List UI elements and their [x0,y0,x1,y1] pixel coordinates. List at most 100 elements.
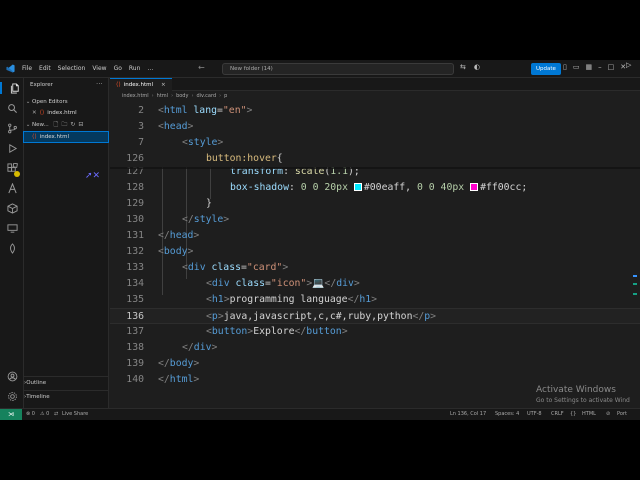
problems-warnings[interactable]: ⚠ 0 [40,409,49,420]
nav-back-icon[interactable]: ← [198,63,205,72]
sidebar-more-icon[interactable]: ··· [96,80,103,88]
menu-file[interactable]: File [22,65,32,72]
close-editor-icon[interactable]: ✕ [32,110,37,116]
collapse-all-icon[interactable]: ⊟ [78,121,83,128]
go-live-port[interactable]: Port [617,409,627,420]
line-number[interactable]: 132 [110,244,144,260]
line-number[interactable]: 3 [110,119,144,135]
breadcrumb-p[interactable]: p [224,93,227,99]
code-line[interactable]: 134 <div class="icon">💻</div> [110,276,640,292]
customize-layout-icon[interactable]: ▦ [585,63,592,71]
chevron-down-icon: ⌄ [25,122,31,128]
line-number[interactable]: 135 [110,292,144,308]
code-line-current[interactable]: 136 <p>java,javascript,c,c#,ruby,python</… [110,307,640,325]
line-number[interactable]: 137 [110,324,144,340]
search-icon[interactable] [6,102,18,114]
code-line[interactable]: 129} [110,196,640,212]
language-mode[interactable]: HTML [582,409,596,420]
color-swatch-icon[interactable] [353,182,362,191]
sticky-scroll-line[interactable]: 126 button:hover{ [110,151,640,167]
update-button[interactable]: Update [531,63,561,75]
new-file-icon[interactable]: 🗋 [54,121,59,128]
breadcrumb-body[interactable]: body [176,93,188,99]
run-debug-icon[interactable] [6,142,18,154]
code-editor[interactable]: 127 transform: scale(1.1); 128 box-shadow: … [110,103,640,399]
tab-index-html[interactable]: ⟨⟩ index.html × [110,78,172,91]
menu-edit[interactable]: Edit [39,65,51,72]
line-number[interactable]: 131 [110,228,144,244]
indentation[interactable]: Spaces: 4 [495,409,519,420]
menu-more[interactable]: … [147,65,153,72]
folder-header[interactable]: ⌄ New... 🗋 🗀 ↻ ⊟ [24,120,108,130]
breadcrumb-div-card[interactable]: div.card [196,93,216,99]
timeline-panel-header[interactable]: ›Timeline [24,390,108,402]
sticky-scroll-line[interactable]: 7 <style> [110,135,640,151]
tab-close-icon[interactable]: × [161,79,166,91]
source-control-icon[interactable] [6,122,18,134]
menu-view[interactable]: View [92,65,106,72]
line-number[interactable]: 129 [110,196,144,212]
copilot-icon[interactable]: ⇆ [460,63,466,71]
menu-run[interactable]: Run [129,65,141,72]
line-number[interactable]: 139 [110,356,144,372]
code-line[interactable]: 137 <button>Explore</button> [110,324,640,340]
code-text: <h1>programming language</h1> [206,292,377,308]
live-share-label[interactable]: Live Share [62,409,88,420]
encoding[interactable]: UTF-8 [527,409,542,420]
code-line[interactable]: 138 </div> [110,340,640,356]
sticky-scroll-line[interactable]: 3 <head> [110,119,640,135]
line-number[interactable]: 134 [110,276,144,292]
line-number[interactable]: 7 [110,135,144,151]
account-status-icon[interactable]: ◐ [474,63,480,71]
remote-indicator-icon[interactable]: ⋊ [0,409,22,420]
line-number[interactable]: 133 [110,260,144,276]
breadcrumb-file[interactable]: index.html [122,93,149,99]
line-number[interactable]: 138 [110,340,144,356]
code-line[interactable]: 132 <body> [110,244,640,260]
code-line[interactable]: 139 </body> [110,356,640,372]
code-token: </ [412,310,425,322]
database-icon[interactable] [6,202,18,214]
code-token: div [193,341,212,353]
code-line[interactable]: 130 </style> [110,212,640,228]
sticky-scroll-line[interactable]: 2 <html lang="en"> [110,103,640,119]
line-number[interactable]: 130 [110,212,144,228]
file-tree-item[interactable]: ⟨⟩ index.html [23,131,109,143]
code-line[interactable]: 133 <div class="card"> [110,260,640,276]
toggle-panel-icon[interactable]: ▭ [573,63,580,71]
overview-ruler [630,275,638,305]
maximize-icon[interactable]: □ [608,63,615,71]
command-center-search[interactable]: New folder (14) [222,63,454,75]
code-line[interactable]: 135 <h1>programming language</h1> [110,292,640,308]
breadcrumb-html[interactable]: html [157,93,168,99]
account-icon[interactable] [6,370,18,382]
refresh-icon[interactable]: ↻ [70,121,75,128]
remote-explorer-icon[interactable] [6,222,18,234]
menu-go[interactable]: Go [114,65,122,72]
open-editor-item[interactable]: ✕ ⟨⟩ index.html [24,108,108,118]
cursor-position[interactable]: Ln 136, Col 17 [450,409,486,420]
color-swatch-icon[interactable] [470,182,479,191]
live-share-icon[interactable]: ⇄ [54,409,58,420]
run-code-icon[interactable]: ▷ [626,61,631,69]
line-ending[interactable]: CRLF [551,409,564,420]
settings-gear-icon[interactable] [6,390,18,402]
code-token: #ff00cc; [480,181,528,193]
minimize-icon[interactable]: – [598,63,602,71]
outline-panel-header[interactable]: ›Outline [24,376,108,388]
line-number[interactable]: 136 [110,309,144,325]
code-line[interactable]: 128 box-shadow: 0 0 20px #00eaff, 0 0 40p… [110,180,640,196]
line-number[interactable]: 126 [110,151,144,167]
explorer-icon[interactable] [0,82,24,94]
open-editors-header[interactable]: ⌄ Open Editors [24,97,108,107]
line-number[interactable]: 128 [110,180,144,196]
menu-selection[interactable]: Selection [58,65,86,72]
problems-errors[interactable]: ⊗ 0 [26,409,35,420]
atlas-icon[interactable] [6,182,18,194]
toggle-sidebar-icon[interactable]: ▯ [563,63,567,71]
line-number[interactable]: 2 [110,103,144,119]
mongodb-leaf-icon[interactable] [6,242,18,254]
code-line[interactable]: 131 </head> [110,228,640,244]
line-number[interactable]: 140 [110,372,144,388]
new-folder-icon[interactable]: 🗀 [61,121,67,128]
